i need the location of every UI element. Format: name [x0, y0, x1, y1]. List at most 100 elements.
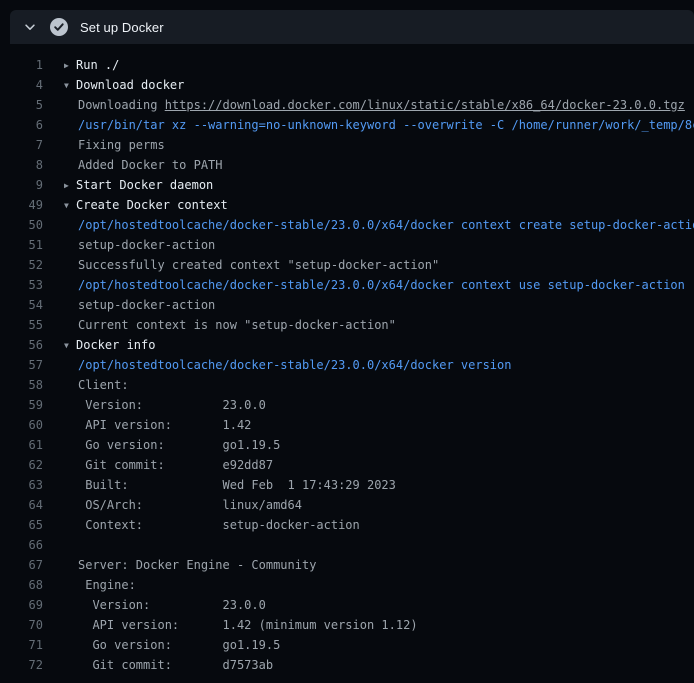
log-text: Client:: [78, 375, 129, 395]
log-text: OS/Arch: linux/amd64: [78, 495, 302, 515]
check-circle-icon: [50, 18, 68, 36]
group-title: Run ./: [76, 58, 119, 72]
line-number[interactable]: 64: [0, 495, 43, 515]
log-text: API version: 1.42 (minimum version 1.12): [78, 615, 418, 635]
log-line: 53/opt/hostedtoolcache/docker-stable/23.…: [0, 275, 694, 295]
log-url-link[interactable]: https://download.docker.com/linux/static…: [165, 98, 685, 112]
line-number[interactable]: 71: [0, 635, 43, 655]
triangle-right-icon: ▶: [64, 56, 76, 75]
log-line: 4 ▼Download docker: [0, 75, 694, 95]
line-number[interactable]: 4: [0, 75, 43, 95]
line-number[interactable]: 65: [0, 515, 43, 535]
line-number[interactable]: 7: [0, 135, 43, 155]
log-line: 6/usr/bin/tar xz --warning=no-unknown-ke…: [0, 115, 694, 135]
log-line: 56 ▼Docker info: [0, 335, 694, 355]
log-line: 54 setup-docker-action: [0, 295, 694, 315]
log-text: Server: Docker Engine - Community: [78, 555, 316, 575]
log-text: Git commit: e92dd87: [78, 455, 273, 475]
line-number[interactable]: 72: [0, 655, 43, 675]
line-number[interactable]: 68: [0, 575, 43, 595]
line-number[interactable]: 59: [0, 395, 43, 415]
log-line: 50/opt/hostedtoolcache/docker-stable/23.…: [0, 215, 694, 235]
group-title: Docker info: [76, 338, 155, 352]
line-number[interactable]: 6: [0, 115, 43, 135]
log-line: 62 Git commit: e92dd87: [0, 455, 694, 475]
log-group-toggle[interactable]: ▼Create Docker context: [64, 195, 228, 215]
line-number[interactable]: 70: [0, 615, 43, 635]
log-line: 58 Client:: [0, 375, 694, 395]
log-text: setup-docker-action: [78, 235, 215, 255]
line-number[interactable]: 67: [0, 555, 43, 575]
log-text: Go version: go1.19.5: [78, 635, 280, 655]
log-text: Fixing perms: [78, 135, 165, 155]
line-number[interactable]: 62: [0, 455, 43, 475]
log-group-toggle[interactable]: ▼Docker info: [64, 335, 155, 355]
line-number[interactable]: 53: [0, 275, 43, 295]
log-text: Engine:: [78, 575, 136, 595]
log-text: Version: 23.0.0: [78, 395, 266, 415]
log-body: 1▶Run ./4▼Download docker5Downloading ht…: [0, 44, 694, 675]
line-number[interactable]: 61: [0, 435, 43, 455]
triangle-right-icon: ▶: [64, 176, 76, 195]
log-text: Built: Wed Feb 1 17:43:29 2023: [78, 475, 396, 495]
log-line: 70 API version: 1.42 (minimum version 1.…: [0, 615, 694, 635]
line-number[interactable]: 55: [0, 315, 43, 335]
log-line: 57/opt/hostedtoolcache/docker-stable/23.…: [0, 355, 694, 375]
line-number[interactable]: 50: [0, 215, 43, 235]
line-number[interactable]: 49: [0, 195, 43, 215]
line-number[interactable]: 5: [0, 95, 43, 115]
line-number[interactable]: 54: [0, 295, 43, 315]
log-line: 52 Successfully created context "setup-do…: [0, 255, 694, 275]
log-line: 49 ▼Create Docker context: [0, 195, 694, 215]
log-command: /usr/bin/tar xz --warning=no-unknown-key…: [78, 115, 694, 135]
log-group-toggle[interactable]: ▶Start Docker daemon: [64, 175, 213, 195]
log-line: 7 Fixing perms: [0, 135, 694, 155]
log-line: 65 Context: setup-docker-action: [0, 515, 694, 535]
line-number[interactable]: 69: [0, 595, 43, 615]
log-line: 1 ▶Run ./: [0, 55, 694, 75]
log-text: Version: 23.0.0: [78, 595, 266, 615]
chevron-down-icon[interactable]: [22, 19, 38, 35]
log-line: 8 Added Docker to PATH: [0, 155, 694, 175]
triangle-down-icon: ▼: [64, 336, 76, 355]
log-line: 72 Git commit: d7573ab: [0, 655, 694, 675]
log-line: 9 ▶Start Docker daemon: [0, 175, 694, 195]
log-line: 51 setup-docker-action: [0, 235, 694, 255]
log-command: /opt/hostedtoolcache/docker-stable/23.0.…: [78, 355, 511, 375]
log-text-prefix: Downloading: [78, 98, 165, 112]
line-number[interactable]: 8: [0, 155, 43, 175]
log-line: 55 Current context is now "setup-docker-a…: [0, 315, 694, 335]
log-line: 60 API version: 1.42: [0, 415, 694, 435]
line-number[interactable]: 63: [0, 475, 43, 495]
line-number[interactable]: 52: [0, 255, 43, 275]
log-text: setup-docker-action: [78, 295, 215, 315]
line-number[interactable]: 60: [0, 415, 43, 435]
line-number[interactable]: 1: [0, 55, 43, 75]
log-text: API version: 1.42: [78, 415, 251, 435]
step-header[interactable]: Set up Docker: [10, 10, 694, 44]
log-line: 71 Go version: go1.19.5: [0, 635, 694, 655]
log-group-toggle[interactable]: ▼Download docker: [64, 75, 184, 95]
line-number[interactable]: 9: [0, 175, 43, 195]
log-text: Successfully created context "setup-dock…: [78, 255, 439, 275]
log-text: Current context is now "setup-docker-act…: [78, 315, 396, 335]
line-number[interactable]: 58: [0, 375, 43, 395]
group-title: Download docker: [76, 78, 184, 92]
line-number[interactable]: 56: [0, 335, 43, 355]
log-text: Downloading https://download.docker.com/…: [78, 95, 685, 115]
log-group-toggle[interactable]: ▶Run ./: [64, 55, 119, 75]
log-line: 5 Downloading https://download.docker.com…: [0, 95, 694, 115]
log-line: 67 Server: Docker Engine - Community: [0, 555, 694, 575]
workflow-log-panel: Set up Docker 1▶Run ./4▼Download docker5…: [0, 10, 694, 675]
log-line: 69 Version: 23.0.0: [0, 595, 694, 615]
log-line: 66: [0, 535, 694, 555]
log-line: 61 Go version: go1.19.5: [0, 435, 694, 455]
line-number[interactable]: 51: [0, 235, 43, 255]
log-line: 59 Version: 23.0.0: [0, 395, 694, 415]
log-text: Added Docker to PATH: [78, 155, 223, 175]
line-number[interactable]: 57: [0, 355, 43, 375]
log-line: 68 Engine:: [0, 575, 694, 595]
line-number[interactable]: 66: [0, 535, 43, 555]
log-line: 64 OS/Arch: linux/amd64: [0, 495, 694, 515]
log-command: /opt/hostedtoolcache/docker-stable/23.0.…: [78, 275, 685, 295]
